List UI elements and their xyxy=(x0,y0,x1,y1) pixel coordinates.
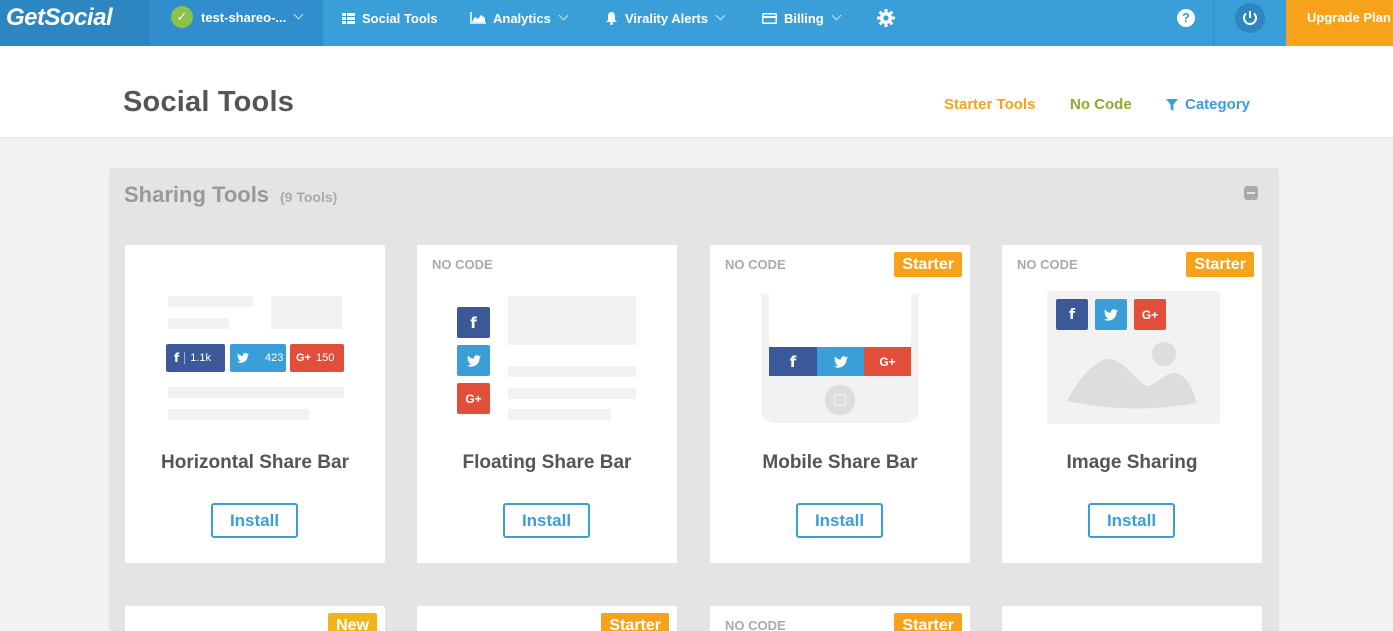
card-title: Floating Share Bar xyxy=(462,452,632,473)
panel-title: Sharing Tools xyxy=(124,182,270,207)
power-icon[interactable] xyxy=(1235,3,1265,33)
nav-analytics[interactable]: Analytics xyxy=(470,0,569,36)
upgrade-plan-button[interactable]: Upgrade Plan xyxy=(1286,0,1393,46)
phone-home-button xyxy=(825,385,855,415)
twitter-share-button: 423 xyxy=(230,344,286,372)
credit-card-icon xyxy=(762,12,777,24)
nav-label: Social Tools xyxy=(362,10,438,26)
placeholder-line xyxy=(508,409,611,420)
facebook-icon: f xyxy=(457,307,490,338)
facebook-share-button: f 1.1k xyxy=(166,344,225,372)
twitter-icon xyxy=(457,345,490,376)
nav-divider xyxy=(1213,0,1214,46)
install-button[interactable]: Install xyxy=(211,503,298,538)
share-count: 423 xyxy=(265,352,284,364)
image-placeholder: f G+ xyxy=(1047,291,1220,424)
no-code-tag: NO CODE xyxy=(725,257,786,272)
twitter-icon xyxy=(237,353,249,363)
install-button[interactable]: Install xyxy=(1088,503,1175,538)
sharing-tools-panel: Sharing Tools (9 Tools) f 1.1k 423 G+ 15… xyxy=(109,168,1279,631)
nav-label: Virality Alerts xyxy=(625,10,709,26)
nav-label: Billing xyxy=(784,10,824,26)
placeholder-line xyxy=(168,296,253,307)
twitter-icon xyxy=(1095,299,1127,330)
filter-category[interactable]: Category xyxy=(1166,96,1250,113)
grid-icon xyxy=(342,12,355,24)
page-header: Social Tools Starter Tools No Code Categ… xyxy=(0,46,1393,138)
google-plus-icon: G+ xyxy=(457,383,490,414)
no-code-tag: NO CODE xyxy=(432,257,493,272)
nav-label: Analytics xyxy=(493,10,551,26)
help-icon[interactable]: ? xyxy=(1177,9,1195,27)
tool-card: New xyxy=(125,606,385,631)
google-plus-icon: G+ xyxy=(864,347,911,376)
card-title: Image Sharing xyxy=(1066,452,1198,473)
check-icon: ✓ xyxy=(171,6,193,28)
twitter-icon xyxy=(817,347,864,376)
tool-card-image-sharing: NO CODE Starter f G+ Image Sharing Insta… xyxy=(1002,245,1262,563)
card-title: Horizontal Share Bar xyxy=(161,452,349,473)
gear-icon[interactable] xyxy=(876,8,896,28)
facebook-icon: f xyxy=(1056,299,1088,330)
site-selector[interactable]: ✓ test-shareo-... xyxy=(149,0,323,46)
chevron-down-icon xyxy=(293,9,304,20)
placeholder-block xyxy=(508,296,636,345)
placeholder-block xyxy=(271,296,342,329)
chevron-down-icon xyxy=(831,10,842,21)
placeholder-line xyxy=(168,387,344,398)
placeholder-line xyxy=(168,409,309,420)
bell-icon xyxy=(605,11,618,25)
nav-social-tools[interactable]: Social Tools xyxy=(342,0,438,36)
google-plus-icon: G+ xyxy=(1134,299,1166,330)
share-count: 1.1k xyxy=(184,352,211,364)
collapse-icon[interactable] xyxy=(1244,186,1258,200)
filter-starter-tools[interactable]: Starter Tools xyxy=(944,96,1035,113)
tool-card: Starter xyxy=(417,606,677,631)
logo[interactable]: GetSocial xyxy=(0,0,149,46)
nav-billing[interactable]: Billing xyxy=(762,0,842,36)
site-name: test-shareo-... xyxy=(201,9,287,25)
no-code-tag: NO CODE xyxy=(725,618,786,631)
tool-card xyxy=(1002,606,1262,631)
install-button[interactable]: Install xyxy=(503,503,590,538)
google-plus-icon: G+ xyxy=(296,352,311,364)
tool-card-mobile-share-bar: NO CODE Starter f G+ Mobile Share Bar In… xyxy=(710,245,970,563)
placeholder-line xyxy=(508,388,636,399)
facebook-icon: f xyxy=(769,347,817,376)
filter-category-label: Category xyxy=(1185,96,1251,113)
top-navbar: GetSocial ✓ test-shareo-... Social Tools… xyxy=(0,0,1393,46)
phone-illustration: f G+ xyxy=(761,293,919,423)
funnel-icon xyxy=(1166,98,1178,111)
page-title: Social Tools xyxy=(123,86,295,118)
placeholder-line xyxy=(508,366,636,377)
tool-card-horizontal-share-bar: f 1.1k 423 G+ 150 Horizontal Share Bar I… xyxy=(125,245,385,563)
filter-no-code[interactable]: No Code xyxy=(1070,96,1132,113)
chevron-down-icon xyxy=(558,10,569,21)
share-count: 150 xyxy=(315,352,335,364)
facebook-icon: f xyxy=(174,351,180,365)
tool-card: NO CODE Starter xyxy=(710,606,970,631)
starter-badge: Starter xyxy=(894,613,962,631)
starter-badge: Starter xyxy=(601,613,669,631)
google-plus-share-button: G+ 150 xyxy=(290,344,344,372)
placeholder-line xyxy=(168,318,229,329)
tool-card-floating-share-bar: NO CODE f G+ Floating Share Bar Install xyxy=(417,245,677,563)
nav-virality-alerts[interactable]: Virality Alerts xyxy=(605,0,726,36)
install-button[interactable]: Install xyxy=(796,503,883,538)
area-chart-icon xyxy=(470,12,486,24)
no-code-tag: NO CODE xyxy=(1017,257,1078,272)
panel-count: (9 Tools) xyxy=(280,189,338,205)
card-title: Mobile Share Bar xyxy=(762,452,918,473)
starter-badge: Starter xyxy=(1186,252,1254,277)
starter-badge: Starter xyxy=(894,252,962,277)
new-badge: New xyxy=(328,613,377,631)
chevron-down-icon xyxy=(715,10,726,21)
